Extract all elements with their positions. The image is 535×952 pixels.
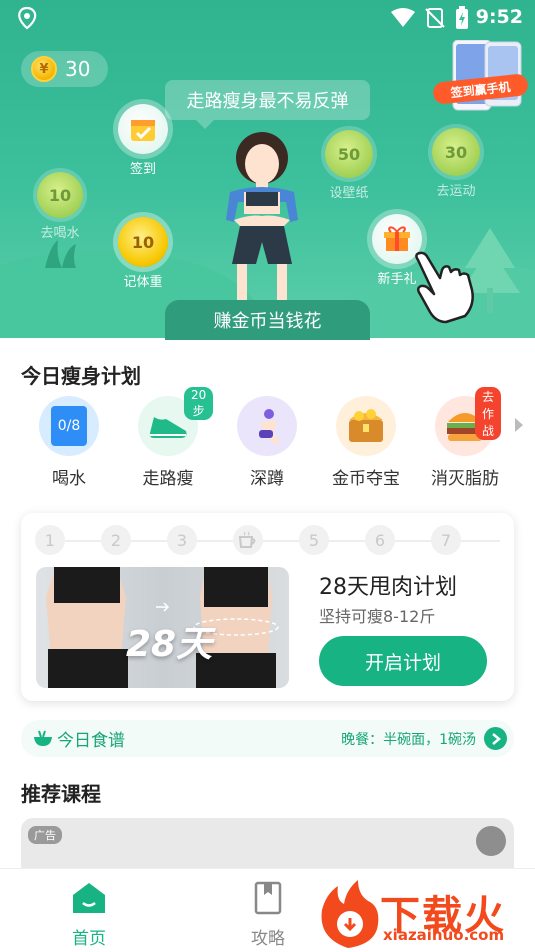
treasure-chest-icon — [336, 396, 396, 456]
task-weigh[interactable]: 10 记体重 — [116, 217, 170, 290]
recipe-label: 今日食谱 — [57, 731, 125, 751]
water-cup-icon: 0/8 — [39, 396, 99, 456]
courses-section-title: 推荐课程 — [21, 782, 101, 806]
plan-label: 深蹲 — [250, 469, 284, 489]
plan-label: 走路瘦 — [142, 469, 194, 489]
ad-logo-icon — [476, 826, 506, 856]
plan-item-water[interactable]: 0/8 喝水 — [24, 396, 114, 489]
step-5: 5 — [299, 525, 329, 555]
start-plan-button[interactable]: 开启计划 — [319, 636, 487, 686]
nav-label: 首页 — [72, 929, 106, 949]
plan-steps: 1 2 3 5 6 7 — [35, 525, 500, 555]
plan-item-walk[interactable]: 20步 走路瘦 — [123, 387, 214, 489]
burger-icon: 去作战 — [435, 387, 502, 456]
plan-item-burn-fat[interactable]: 去作战 消灭脂肪 — [420, 387, 510, 489]
task-exercise[interactable]: 30 去运动 — [429, 128, 483, 199]
recipe-meal: 晚餐：半碗面，1碗汤 — [341, 731, 476, 748]
step-6: 6 — [365, 525, 395, 555]
plan-item-treasure[interactable]: 金币夺宝 — [321, 396, 411, 489]
before-after-photo: 28天 — [36, 567, 289, 688]
app-logo-icon — [18, 6, 37, 30]
status-bar: 9:52 — [0, 0, 535, 36]
plan-card: 1 2 3 5 6 7 28天 28天甩肉计划 坚持可瘦8-12斤 开启计划 — [21, 513, 514, 701]
task-checkin[interactable]: 签到 — [115, 104, 171, 177]
coffee-cup-icon — [233, 525, 263, 555]
book-icon — [254, 881, 282, 915]
slogan-bubble: 走路瘦身最不易反弹 — [165, 80, 370, 120]
plan-item-squat[interactable]: 深蹲 — [222, 396, 312, 489]
plan-card-subtitle: 坚持可瘦8-12斤 — [319, 607, 436, 626]
earn-coins-bar[interactable]: 赚金币当钱花 — [165, 300, 370, 340]
plan-card-title: 28天甩肉计划 — [319, 575, 457, 600]
step-2: 2 — [101, 525, 131, 555]
water-count: 0/8 — [51, 406, 87, 446]
shoe-icon: 20步 — [138, 387, 214, 456]
calendar-check-icon — [118, 104, 168, 154]
task-label: 去喝水 — [40, 226, 80, 241]
plan-label: 消灭脂肪 — [431, 469, 499, 489]
plan-section-title: 今日瘦身计划 — [21, 364, 141, 388]
coin-orb-icon: 10 — [37, 172, 83, 218]
plan-label: 喝水 — [52, 469, 86, 489]
home-icon — [73, 883, 105, 913]
girl-illustration — [226, 132, 298, 300]
ad-tag: 广告 — [28, 826, 62, 844]
coin-orb-icon: 30 — [432, 128, 480, 176]
task-drink-water[interactable]: 10 去喝水 — [34, 172, 86, 241]
nav-label: 攻略 — [251, 929, 285, 949]
nav-guide[interactable]: 攻略 — [228, 881, 308, 949]
bubble-tail — [196, 120, 214, 129]
task-wallpaper[interactable]: 50 设壁纸 — [322, 130, 376, 201]
step-7: 7 — [431, 525, 461, 555]
step-3: 3 — [167, 525, 197, 555]
step-1: 1 — [35, 525, 65, 555]
task-label: 去运动 — [436, 184, 476, 199]
no-sim-icon — [425, 8, 445, 28]
status-time: 9:52 — [475, 6, 523, 28]
coin-orb-icon: 10 — [118, 217, 168, 267]
wifi-icon — [391, 8, 415, 27]
today-recipe-bar[interactable]: 今日食谱 晚餐：半碗面，1碗汤 — [21, 720, 514, 757]
bowl-icon — [34, 730, 52, 746]
pointer-hand-icon — [415, 251, 474, 324]
chevron-right-icon[interactable] — [484, 727, 507, 750]
chevron-right-icon[interactable] — [515, 418, 523, 432]
watermark-url: xiazaihuo.com — [383, 926, 505, 944]
coin-count: 30 — [65, 57, 91, 81]
nav-home[interactable]: 首页 — [49, 881, 129, 949]
coin-balance[interactable]: ¥ 30 — [21, 51, 108, 87]
photo-28-days-text: 28天 — [126, 624, 213, 665]
battery-charging-icon — [456, 6, 468, 29]
task-label: 签到 — [129, 162, 156, 177]
steps-badge: 20步 — [184, 387, 214, 420]
battle-badge: 去作战 — [475, 387, 502, 440]
squat-icon — [237, 396, 297, 456]
task-label: 设壁纸 — [329, 186, 369, 201]
grass-decoration — [45, 240, 76, 268]
plan-list: 0/8 喝水 20步 走路瘦 深蹲 金币夺宝 去作战 消灭脂肪 — [0, 387, 535, 491]
task-label: 记体重 — [123, 275, 163, 290]
gold-coin-icon: ¥ — [31, 56, 57, 82]
coin-orb-icon: 50 — [325, 130, 373, 178]
plan-label: 金币夺宝 — [332, 469, 400, 489]
